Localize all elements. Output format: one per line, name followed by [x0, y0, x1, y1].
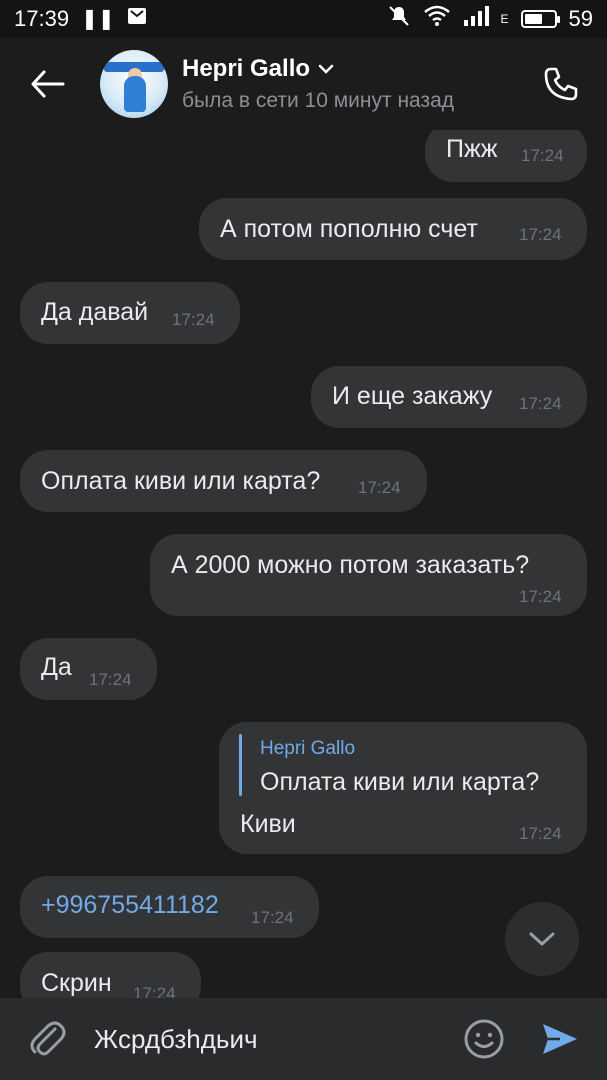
- message-time: 17:24: [251, 908, 294, 927]
- reply-quote-bar: [239, 734, 242, 796]
- message-list[interactable]: Пжж 17:24 А потом пополню счет 17:24 Да …: [0, 130, 607, 998]
- smiley-icon: [464, 1019, 504, 1059]
- message-time: 17:24: [172, 310, 215, 329]
- message-bubble-incoming[interactable]: Да давай 17:24: [20, 282, 240, 344]
- message-time: 17:24: [519, 824, 562, 843]
- status-time: 17:39: [14, 6, 70, 31]
- status-bar: 17:39 ❚❚ E 59: [0, 0, 607, 38]
- message-bubble-outgoing[interactable]: А 2000 можно потом заказать? 17:24: [150, 534, 587, 616]
- message-bubble-incoming[interactable]: +996755411182 17:24: [20, 876, 319, 938]
- message-text: Да: [41, 653, 72, 681]
- message-time: 17:24: [133, 984, 176, 998]
- message-text: И еще закажу: [332, 382, 493, 410]
- wifi-icon: [423, 5, 451, 33]
- message-bubble-outgoing[interactable]: А потом пополню счет 17:24: [199, 198, 587, 260]
- reply-author: Hepri Gallo: [260, 738, 356, 759]
- avatar[interactable]: [100, 50, 168, 118]
- chat-header: Hepri Gallo была в сети 10 минут назад: [0, 38, 607, 130]
- scroll-to-bottom-button[interactable]: [505, 902, 579, 976]
- message-time: 17:24: [519, 394, 562, 413]
- notification-icon: [127, 6, 147, 32]
- signal-icon: [463, 6, 489, 32]
- message-text: Да давай: [41, 298, 149, 326]
- message-time: 17:24: [89, 670, 132, 689]
- send-button[interactable]: [535, 1014, 585, 1064]
- message-input[interactable]: [94, 1023, 459, 1055]
- message-bubble-incoming[interactable]: Оплата киви или карта? 17:24: [20, 450, 427, 512]
- message-bubble-incoming[interactable]: Скрин 17:24: [20, 952, 201, 998]
- phone-number-link[interactable]: +996755411182: [41, 891, 219, 920]
- message-bubble-incoming[interactable]: Да 17:24: [20, 638, 157, 700]
- battery-level: 59: [568, 6, 593, 31]
- message-composer: [0, 998, 607, 1080]
- last-seen-status: была в сети 10 минут назад: [182, 89, 455, 112]
- emoji-button[interactable]: [459, 1014, 509, 1064]
- message-time: 17:24: [519, 587, 562, 606]
- pause-icon: ❚❚: [81, 8, 115, 30]
- contact-name: Hepri Gallo: [182, 55, 311, 82]
- message-text: Оплата киви или карта?: [41, 467, 321, 495]
- paperclip-icon: [30, 1021, 66, 1056]
- message-text: Пжж: [446, 135, 498, 163]
- phone-icon: [544, 67, 578, 101]
- message-text: Скрин: [41, 969, 112, 997]
- battery-icon: [520, 10, 560, 28]
- message-time: 17:24: [519, 225, 562, 244]
- message-bubble-outgoing[interactable]: И еще закажу 17:24: [311, 366, 587, 428]
- back-button[interactable]: [22, 58, 74, 110]
- mute-icon: [387, 4, 411, 34]
- chevron-down-icon: [318, 64, 334, 74]
- message-text: Киви: [240, 810, 296, 838]
- message-time: 17:24: [521, 146, 564, 165]
- message-time: 17:24: [358, 478, 401, 497]
- network-type: E: [500, 12, 509, 26]
- call-button[interactable]: [535, 58, 587, 110]
- reply-quoted-text: Оплата киви или карта?: [260, 768, 540, 796]
- message-text: А 2000 можно потом заказать?: [171, 551, 530, 579]
- chevron-down-icon: [529, 932, 555, 946]
- message-bubble-outgoing-reply[interactable]: Hepri Gallo Оплата киви или карта? Киви …: [219, 722, 587, 854]
- arrow-left-icon: [31, 70, 65, 98]
- send-icon: [543, 1024, 577, 1054]
- message-bubble-outgoing[interactable]: Пжж 17:24: [425, 130, 587, 182]
- contact-info[interactable]: Hepri Gallo была в сети 10 минут назад: [182, 55, 535, 113]
- message-text: А потом пополню счет: [220, 215, 478, 243]
- attach-button[interactable]: [22, 1014, 72, 1064]
